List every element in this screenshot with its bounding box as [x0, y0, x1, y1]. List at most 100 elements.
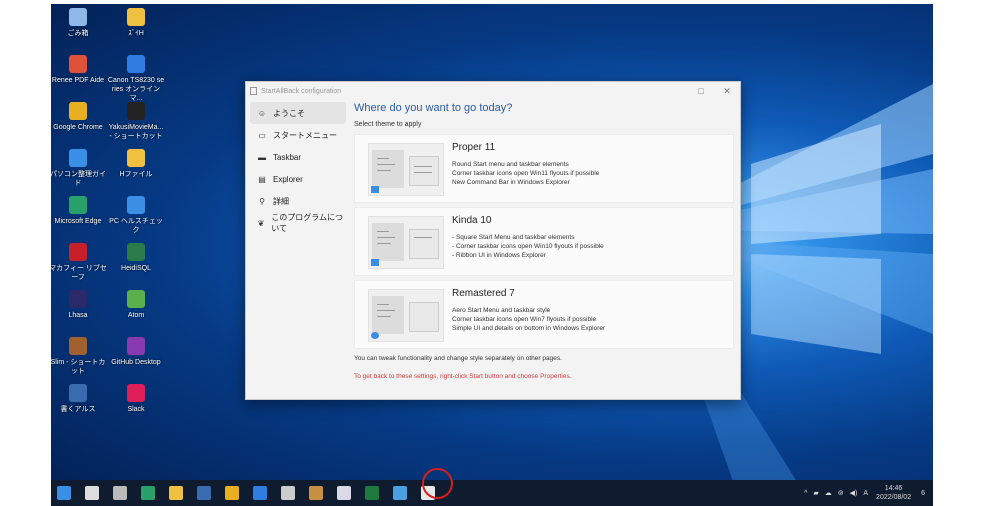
desktop-icon-label: Canon TS8230 series オンラインマ... — [107, 77, 165, 102]
desktop-icon[interactable]: PC ヘルスチェック — [107, 196, 165, 235]
app-icon — [69, 149, 87, 167]
explorer-icon: ▤ — [258, 174, 266, 184]
page-subheading: Select theme to apply — [354, 121, 422, 128]
desktop-icon[interactable]: ごみ箱 — [51, 8, 107, 38]
nav-item-taskbar[interactable]: ▬ Taskbar — [250, 146, 346, 168]
nav-label: このプログラムについて — [271, 213, 344, 233]
app-icon — [127, 149, 145, 167]
desktop-icon[interactable]: HeidiSQL — [107, 243, 165, 273]
battery-icon[interactable]: ▰ — [813, 489, 818, 497]
app-icon — [69, 337, 87, 355]
desktop-icon[interactable]: Slim - ショートカット — [51, 337, 107, 376]
desktop-icon[interactable]: パソコン整理ガイド — [51, 149, 107, 188]
theme-card-remastered-7[interactable]: Remastered 7 Aero Start Menu and taskbar… — [354, 280, 734, 349]
taskbar-app-icon[interactable] — [393, 486, 407, 500]
nav-item-about[interactable]: ❦ このプログラムについて — [250, 212, 346, 234]
nav-label: 詳細 — [273, 196, 289, 206]
taskbar-app-icon[interactable] — [169, 486, 183, 500]
app-icon — [250, 87, 257, 95]
highlight-circle — [422, 468, 453, 499]
clock[interactable]: 14:46 2022/08/02 — [876, 484, 911, 502]
app-icon — [69, 196, 87, 214]
nav-item-welcome[interactable]: ☺ ようこそ — [250, 102, 346, 124]
taskbar-app-icon[interactable] — [225, 486, 239, 500]
taskbar-app-icon[interactable] — [281, 486, 295, 500]
desktop-icon[interactable]: Google Chrome — [51, 102, 107, 132]
preview-line — [377, 243, 391, 244]
preview-line — [414, 166, 432, 167]
preview-line — [377, 170, 391, 171]
desktop-icon[interactable]: Hファイル — [107, 149, 165, 179]
theme-card-proper-11[interactable]: Proper 11 Round Start menu and taskbar e… — [354, 134, 734, 203]
nav-label: ようこそ — [273, 108, 305, 118]
taskbar-app-icon[interactable] — [113, 486, 127, 500]
desktop-icon-label: HeidiSQL — [121, 265, 151, 272]
preview-line — [377, 158, 389, 159]
app-icon — [127, 290, 145, 308]
desktop-icon-label: PC ヘルスチェック — [109, 218, 163, 234]
preview-line — [377, 304, 389, 305]
system-tray: ^ ▰ ☁ ⊚ ◀) A 14:46 2022/08/02 6 — [798, 480, 925, 506]
app-icon — [69, 8, 87, 26]
start-button[interactable] — [57, 486, 71, 500]
desktop-icon[interactable]: Microsoft Edge — [51, 196, 107, 226]
desktop-icon[interactable]: YakusiMovieMa... - ショートカット — [107, 102, 165, 141]
desktop-icon[interactable]: Renee PDF Aide — [51, 55, 107, 85]
desktop-icon[interactable]: Atom — [107, 290, 165, 320]
preview-line — [377, 316, 391, 317]
desktop-icon-label: Renee PDF Aide — [51, 77, 105, 84]
about-icon: ❦ — [257, 218, 265, 228]
start-button-preview — [371, 259, 379, 266]
app-icon — [127, 8, 145, 26]
ime-icon[interactable]: A — [863, 490, 868, 497]
preview-line — [377, 164, 395, 165]
nav-item-start-menu[interactable]: ▭ スタートメニュー — [250, 124, 346, 146]
close-button[interactable]: ✕ — [714, 86, 740, 97]
clock-time: 14:46 — [884, 485, 903, 492]
start-menu-icon: ▭ — [258, 130, 266, 140]
app-icon — [69, 243, 87, 261]
desktop-icon-label: Microsoft Edge — [54, 218, 102, 225]
desktop: ごみ箱 ｽﾞｲH Renee PDF Aide Canon TS8230 series… — [51, 4, 933, 506]
theme-description: - Square Start Menu and taskbar elements… — [452, 234, 604, 259]
taskbar-app-icon[interactable] — [253, 486, 267, 500]
maximize-button[interactable]: □ — [688, 86, 714, 96]
app-icon — [127, 196, 145, 214]
taskbar-app-icon[interactable] — [141, 486, 155, 500]
preview-line — [414, 237, 432, 238]
volume-icon[interactable]: ◀) — [850, 489, 858, 497]
taskbar-app-icon[interactable] — [365, 486, 379, 500]
theme-card-kinda-10[interactable]: Kinda 10 - Square Start Menu and taskbar… — [354, 207, 734, 276]
app-icon — [127, 102, 145, 120]
desktop-icon[interactable]: マカフィー リブセーフ — [51, 243, 107, 282]
desktop-icon[interactable]: 書くアルス — [51, 384, 107, 414]
desktop-icon-label: ごみ箱 — [67, 30, 89, 37]
desktop-icon[interactable]: Canon TS8230 series オンラインマ... — [107, 55, 165, 103]
desktop-icon[interactable]: GitHub Desktop — [107, 337, 165, 367]
theme-name: Proper 11 — [452, 142, 496, 153]
cloud-icon[interactable]: ☁ — [825, 489, 832, 497]
preview-window — [409, 302, 439, 332]
info-note: You can tweak functionality and change s… — [354, 355, 562, 362]
taskbar-app-icon[interactable] — [197, 486, 211, 500]
notification-icon[interactable]: 6 — [921, 490, 925, 497]
page-heading: Where do you want to go today? — [354, 102, 513, 114]
desktop-icon-label: Slack — [127, 406, 145, 413]
desktop-icon[interactable]: Slack — [107, 384, 165, 414]
desktop-icon[interactable]: Lhasa — [51, 290, 107, 320]
nav-label: Explorer — [273, 174, 303, 184]
desktop-icon[interactable]: ｽﾞｲH — [107, 8, 165, 38]
taskbar-app-icon[interactable] — [337, 486, 351, 500]
nav-item-explorer[interactable]: ▤ Explorer — [250, 168, 346, 190]
app-icon — [69, 102, 87, 120]
taskbar: ^ ▰ ☁ ⊚ ◀) A 14:46 2022/08/02 6 — [51, 480, 933, 506]
taskbar-app-icon[interactable] — [309, 486, 323, 500]
taskbar-icons — [51, 486, 435, 500]
taskbar-app-icon[interactable] — [85, 486, 99, 500]
start-button-preview — [371, 186, 379, 193]
desktop-icon-label: マカフィー リブセーフ — [51, 265, 107, 281]
wifi-icon[interactable]: ⊚ — [838, 489, 844, 497]
nav-item-advanced[interactable]: ⚲ 詳細 — [250, 190, 346, 212]
preview-start-panel — [372, 223, 404, 261]
chevron-up-icon[interactable]: ^ — [804, 490, 807, 497]
